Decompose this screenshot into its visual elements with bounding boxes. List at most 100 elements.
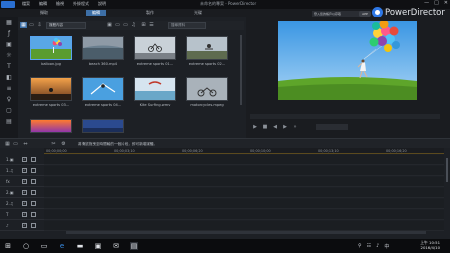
track-enable-checkbox[interactable]: ✓ [22, 212, 27, 217]
edge-icon[interactable]: e [58, 242, 66, 250]
start-icon[interactable]: ⊞ [4, 242, 12, 250]
tools-icon[interactable]: ⚙ [60, 141, 67, 147]
play-icon[interactable]: ▶ [252, 124, 258, 130]
track-lock-icon[interactable] [31, 201, 36, 206]
image-filter-icon[interactable]: ▭ [122, 22, 129, 28]
track-lane-voice[interactable] [44, 221, 444, 231]
list-view-icon[interactable]: ☰ [148, 22, 155, 28]
storyboard-view-icon[interactable]: ▭ [12, 141, 19, 147]
track-header: T ✓ [0, 210, 44, 220]
fast-forward-icon[interactable]: » [292, 124, 298, 130]
transition-room-icon[interactable]: ◧ [5, 74, 13, 81]
track-header: fx ✓ [0, 177, 44, 187]
clip-motorcycles[interactable]: motorcycles.mpeg [186, 77, 228, 107]
clip-kite-surfing[interactable]: Kite Surfing.wmv [134, 77, 176, 107]
timeline-view-icon[interactable]: ▦ [4, 141, 11, 147]
pip-room-icon[interactable]: ▣ [5, 41, 13, 48]
library-scrollbar[interactable] [240, 35, 242, 105]
tab-capture[interactable]: 擷取 [34, 10, 54, 16]
track-header: 2.♫ ✓ [0, 199, 44, 209]
menu-view[interactable]: 檢視 [56, 1, 64, 7]
taskbar-clock[interactable]: 上午 10:51 2016/4/10 [420, 240, 440, 250]
clip-extreme-03[interactable]: extreme sports 03... [30, 77, 72, 107]
track-enable-checkbox[interactable]: ✓ [22, 201, 27, 206]
track-lock-icon[interactable] [31, 168, 36, 173]
track-enable-checkbox[interactable]: ✓ [22, 179, 27, 184]
menu-edit[interactable]: 編輯 [39, 1, 47, 7]
prev-frame-icon[interactable]: ◀ [272, 124, 278, 130]
chapter-room-icon[interactable]: ▢ [5, 107, 13, 114]
menu-plugins[interactable]: 外掛程式 [73, 1, 89, 7]
subtitle-room-icon[interactable]: ▤ [5, 118, 13, 125]
clip-partial-1[interactable] [30, 119, 72, 133]
track-enable-checkbox[interactable]: ✓ [22, 157, 27, 162]
track-enable-checkbox[interactable]: ✓ [22, 168, 27, 173]
system-tray: ⚲ ☷ ♪ 中 [358, 243, 389, 250]
track-lock-icon[interactable] [31, 212, 36, 217]
library-search-input[interactable]: 搜尋資料 [168, 22, 206, 29]
grid-view-icon[interactable]: ⊞ [140, 22, 147, 28]
clip-extreme-01[interactable]: extreme sports 01... [134, 36, 176, 66]
track-enable-checkbox[interactable]: ✓ [22, 223, 27, 228]
explore-icon[interactable]: ⇩ [36, 22, 43, 28]
zoom-icon[interactable]: ⇔ [22, 141, 29, 147]
next-frame-icon[interactable]: ▶ [282, 124, 288, 130]
video-filter-icon[interactable]: ▭ [114, 22, 121, 28]
volume-icon[interactable]: ♪ [376, 243, 379, 250]
timeline-hint: 將滑鼠拖曳至時間軸的一個片段，即可新增媒體。 [78, 142, 158, 146]
clip-beach-360[interactable]: beach 360.mp4 [82, 36, 124, 66]
tab-disc[interactable]: 光碟 [188, 10, 208, 16]
clip-extreme-02[interactable]: extreme sports 02... [186, 36, 228, 66]
clip-thumbnail [82, 77, 124, 101]
clip-name: beach 360.mp4 [88, 62, 118, 66]
track-lock-icon[interactable] [31, 157, 36, 162]
network-icon[interactable]: ☷ [367, 243, 371, 250]
voiceover-icon[interactable]: ♀ [5, 96, 13, 103]
track-lane-audio-1[interactable] [44, 166, 444, 176]
track-lane-video-2[interactable] [44, 188, 444, 198]
media-filter-dropdown[interactable]: 媒體內容 [46, 22, 86, 29]
menu-file[interactable]: 檔案 [22, 1, 30, 7]
mail-icon[interactable]: ✉ [112, 242, 120, 250]
title-room-icon[interactable]: T [5, 63, 13, 70]
fx-room-icon[interactable]: ƒ [5, 30, 13, 37]
people-icon[interactable]: ⚲ [358, 243, 362, 250]
tab-edit[interactable]: 編輯 [86, 10, 106, 16]
track-lane-title[interactable] [44, 210, 444, 220]
powerdirector-taskbar-icon[interactable]: ▤ [130, 242, 138, 250]
particle-room-icon[interactable]: ☼ [5, 52, 13, 59]
clip-balloon[interactable]: balloon.jpg [30, 36, 72, 66]
preview-scrub-bar[interactable] [250, 114, 440, 119]
stop-icon[interactable]: ■ [262, 124, 268, 130]
tab-produce[interactable]: 製作 [140, 10, 160, 16]
store-icon[interactable]: ▣ [94, 242, 102, 250]
import-media-icon[interactable]: ▦ [20, 22, 27, 28]
media-room-icon[interactable]: ▦ [5, 19, 13, 26]
track-lane-video-1[interactable] [44, 155, 444, 165]
clip-extreme-04[interactable]: extreme sports 04... [82, 77, 124, 107]
audio-mixing-icon[interactable]: ≡ [5, 85, 13, 92]
search-icon[interactable]: ○ [22, 242, 30, 250]
view-all-icon[interactable]: ▣ [106, 22, 113, 28]
task-view-icon[interactable]: ▭ [40, 242, 48, 250]
file-explorer-icon[interactable]: ▬ [76, 242, 84, 250]
track-lane-fx[interactable] [44, 177, 444, 187]
menu-help[interactable]: 說明 [98, 1, 106, 7]
timeline-horizontal-scrollbar[interactable] [66, 231, 426, 234]
plugin-icon[interactable]: ▭ [28, 22, 35, 28]
track-number: 1.♫ [6, 168, 14, 173]
timeline-vertical-scrollbar[interactable] [446, 158, 448, 182]
track-enable-checkbox[interactable]: ✓ [22, 190, 27, 195]
menu-bar: 檔案 編輯 檢視 外掛程式 說明 [22, 1, 106, 7]
track-lock-icon[interactable] [31, 223, 36, 228]
clip-partial-2[interactable] [82, 119, 124, 133]
track-lock-icon[interactable] [31, 190, 36, 195]
audio-filter-icon[interactable]: ♫ [130, 22, 137, 28]
track-header: 2.▣ ✓ [0, 188, 44, 198]
track-lock-icon[interactable] [31, 179, 36, 184]
track-lane-audio-2[interactable] [44, 199, 444, 209]
clip-thumbnail [134, 77, 176, 101]
split-icon[interactable]: ✂ [50, 141, 57, 147]
ime-icon[interactable]: 中 [384, 243, 389, 250]
windows-taskbar: ⊞ ○ ▭ e ▬ ▣ ✉ ▤ ⚲ ☷ ♪ 中 上午 10:51 2016/4/… [0, 239, 450, 253]
